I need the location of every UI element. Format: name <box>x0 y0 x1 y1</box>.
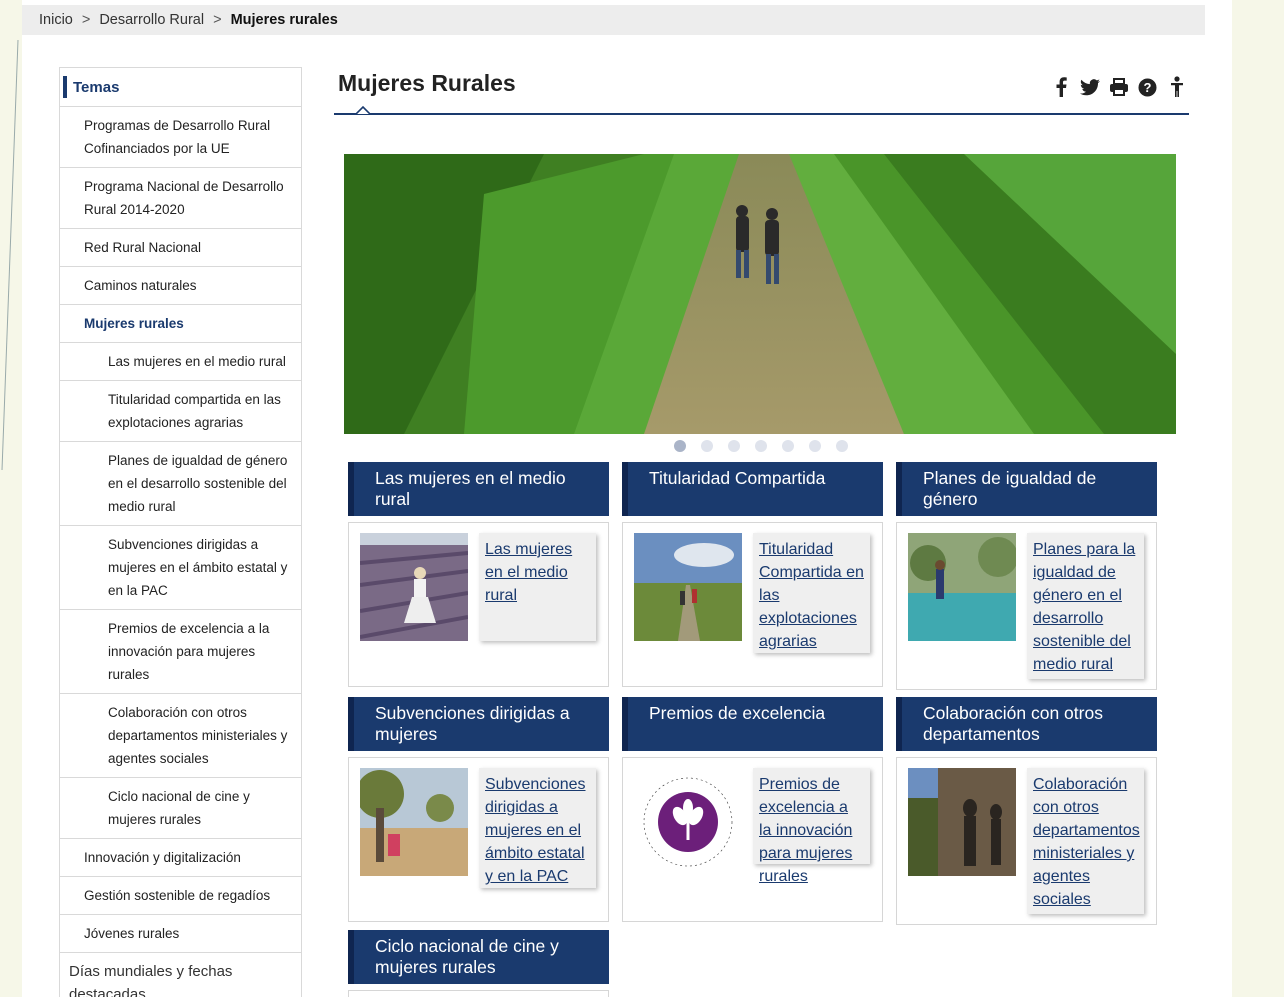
card-link-subvenciones[interactable]: Subvenciones dirigidas a mujeres en el á… <box>485 776 586 885</box>
sidebar-item-regadios[interactable]: Gestión sostenible de regadíos <box>60 877 301 915</box>
carousel-dot[interactable] <box>701 440 713 452</box>
olive-harvest-photo <box>908 533 1016 641</box>
sidebar-heading-label: Temas <box>73 78 120 96</box>
card-heading-colaboracion[interactable]: Colaboración con otros departamentos <box>896 697 1157 751</box>
facebook-icon[interactable] <box>1050 76 1071 98</box>
page: Inicio > Desarrollo Rural > Mujeres rura… <box>22 0 1232 997</box>
share-toolbar: ? <box>1050 76 1187 98</box>
carousel-indicators <box>674 440 848 452</box>
sidebar-subitem-titularidad[interactable]: Titularidad compartida en las explotacio… <box>60 381 301 442</box>
sidebar-item-caminos-naturales[interactable]: Caminos naturales <box>60 267 301 305</box>
decorative-line <box>1 39 19 471</box>
premios-logo <box>634 768 742 876</box>
card-link-box: Titularidad Compartida en las explotacio… <box>753 533 870 653</box>
card-heading-titularidad[interactable]: Titularidad Compartida <box>622 462 883 516</box>
card-link-box: Planes para la igualdad de género en el … <box>1027 533 1144 679</box>
card-link-planes-igualdad[interactable]: Planes para la igualdad de género en el … <box>1033 541 1135 673</box>
card-link-box: Colaboración con otros departamentos min… <box>1027 768 1144 914</box>
breadcrumb-separator: > <box>213 12 222 28</box>
card-link-box: Las mujeres en el medio rural <box>479 533 596 641</box>
accessibility-icon[interactable] <box>1166 76 1187 98</box>
sidebar-item-programas-cofinanciados[interactable]: Programas de Desarrollo Rural Cofinancia… <box>60 107 301 168</box>
stone-wall-shadows-photo <box>908 768 1016 876</box>
page-title: Mujeres Rurales <box>338 70 516 96</box>
sidebar-subitem-subvenciones[interactable]: Subvenciones dirigidas a mujeres en el á… <box>60 526 301 610</box>
card-heading-premios[interactable]: Premios de excelencia <box>622 697 883 751</box>
sidebar-subitem-colaboracion[interactable]: Colaboración con otros departamentos min… <box>60 694 301 778</box>
sidebar-item-dias-mundiales[interactable]: Días mundiales y fechas destacadas <box>60 953 301 997</box>
svg-text:?: ? <box>1144 80 1152 95</box>
sidebar-subitem-ciclo-cine[interactable]: Ciclo nacional de cine y mujeres rurales <box>60 778 301 839</box>
print-icon[interactable] <box>1108 76 1129 98</box>
sidebar-subitem-mujeres-medio-rural[interactable]: Las mujeres en el medio rural <box>60 343 301 381</box>
card-subvenciones: Subvenciones dirigidas a mujeres en el á… <box>348 757 609 922</box>
sidebar-nav: Temas Programas de Desarrollo Rural Cofi… <box>59 67 302 997</box>
sidebar-item-programa-nacional[interactable]: Programa Nacional de Desarrollo Rural 20… <box>60 168 301 229</box>
card-colaboracion: Colaboración con otros departamentos min… <box>896 757 1157 925</box>
card-titularidad: Titularidad Compartida en las explotacio… <box>622 522 883 687</box>
card-link-box: Premios de excelencia a la innovación pa… <box>753 768 870 885</box>
carousel-dot[interactable] <box>728 440 740 452</box>
olive-tree-woman-photo <box>360 768 468 876</box>
sidebar-subitem-premios[interactable]: Premios de excelencia a la innovación pa… <box>60 610 301 694</box>
card-link-colaboracion[interactable]: Colaboración con otros departamentos min… <box>1033 776 1140 908</box>
card-heading-mujeres-medio-rural[interactable]: Las mujeres en el medio rural <box>348 462 609 516</box>
heading-accent-bar <box>63 76 67 98</box>
carousel-dot[interactable] <box>755 440 767 452</box>
sidebar-item-mujeres-rurales[interactable]: Mujeres rurales <box>60 305 301 343</box>
card-planes-igualdad: Planes para la igualdad de género en el … <box>896 522 1157 690</box>
card-heading-ciclo-cine[interactable]: Ciclo nacional de cine y mujeres rurales <box>348 930 609 984</box>
breadcrumb-home[interactable]: Inicio <box>39 12 73 28</box>
carousel-dot[interactable] <box>674 440 686 452</box>
vineyard-photo <box>344 154 1176 434</box>
card-link-titularidad[interactable]: Titularidad Compartida en las explotacio… <box>759 541 864 650</box>
carousel-hero-image[interactable] <box>344 154 1176 434</box>
card-link-premios[interactable]: Premios de excelencia a la innovación pa… <box>759 776 852 885</box>
card-premios: Premios de excelencia a la innovación pa… <box>622 757 883 922</box>
breadcrumb: Inicio > Desarrollo Rural > Mujeres rura… <box>22 5 1205 35</box>
carousel-dot[interactable] <box>782 440 794 452</box>
card-heading-planes-igualdad[interactable]: Planes de igualdad de género <box>896 462 1157 516</box>
help-icon[interactable]: ? <box>1137 76 1158 98</box>
lavender-field-photo <box>360 533 468 641</box>
card-link-mujeres-medio-rural[interactable]: Las mujeres en el medio rural <box>485 541 572 604</box>
sidebar-heading: Temas <box>60 68 301 107</box>
sidebar-subitem-planes-igualdad[interactable]: Planes de igualdad de género en el desar… <box>60 442 301 526</box>
card-link-box: Subvenciones dirigidas a mujeres en el á… <box>479 768 596 888</box>
title-notch <box>356 106 370 114</box>
carousel-dot[interactable] <box>809 440 821 452</box>
rural-path-photo <box>634 533 742 641</box>
sidebar-item-jovenes[interactable]: Jóvenes rurales <box>60 915 301 953</box>
card-mujeres-medio-rural: Las mujeres en el medio rural <box>348 522 609 687</box>
carousel-dot[interactable] <box>836 440 848 452</box>
breadcrumb-section[interactable]: Desarrollo Rural <box>99 12 204 28</box>
twitter-icon[interactable] <box>1079 76 1100 98</box>
card-heading-subvenciones[interactable]: Subvenciones dirigidas a mujeres <box>348 697 609 751</box>
card-ciclo-cine <box>348 990 609 997</box>
breadcrumb-current: Mujeres rurales <box>230 12 338 28</box>
sidebar-item-red-rural[interactable]: Red Rural Nacional <box>60 229 301 267</box>
title-underline <box>334 113 1189 115</box>
breadcrumb-separator: > <box>81 12 91 28</box>
sidebar-item-innovacion[interactable]: Innovación y digitalización <box>60 839 301 877</box>
